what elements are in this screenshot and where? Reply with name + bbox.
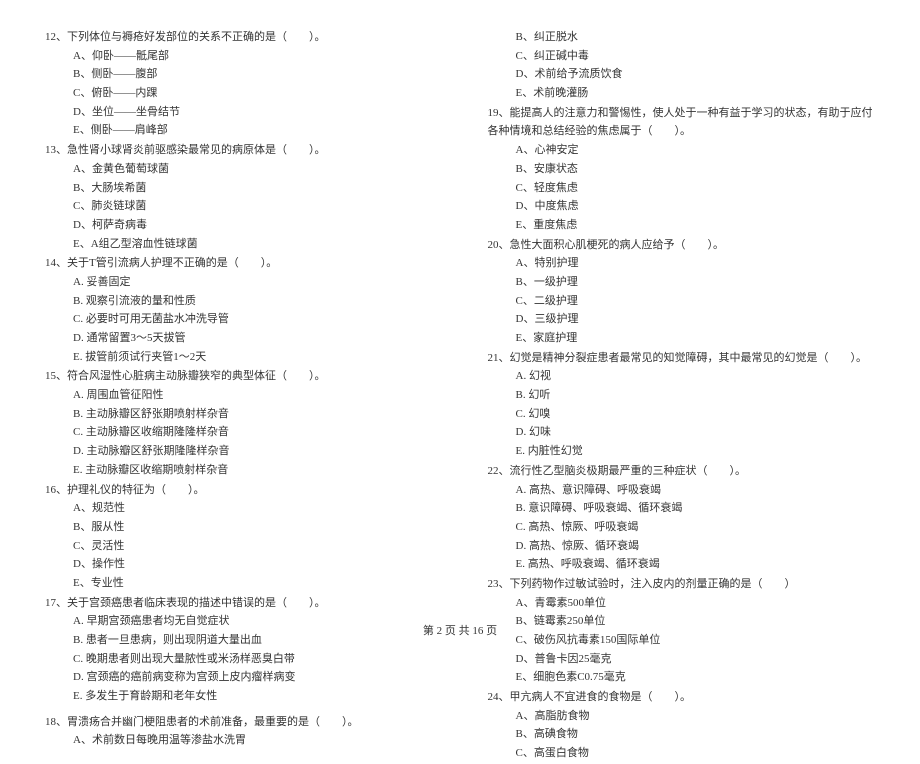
q17-opt-e: E. 多发生于育龄期和老年女性 [45,687,433,706]
q23-opt-e: E、细胞色素C0.75毫克 [488,668,876,687]
q13-opt-e: E、A组乙型溶血性链球菌 [45,235,433,254]
q13-opt-a: A、金黄色葡萄球菌 [45,160,433,179]
q18-text: 18、胃溃疡合并幽门梗阻患者的术前准备，最重要的是（ ）。 [45,713,433,732]
question-21: 21、幻觉是精神分裂症患者最常见的知觉障碍，其中最常见的幻觉是（ ）。 A. 幻… [488,349,876,461]
page-footer: 第 2 页 共 16 页 [0,622,920,638]
question-16: 16、护理礼仪的特征为（ ）。 A、规范性 B、服从性 C、灵活性 D、操作性 … [45,481,433,593]
q15-opt-a: A. 周围血管征阳性 [45,386,433,405]
q15-opt-c: C. 主动脉瓣区收缩期隆隆样杂音 [45,423,433,442]
q23-text: 23、下列药物作过敏试验时，注入皮内的剂量正确的是（ ） [488,575,876,594]
q20-opt-c: C、二级护理 [488,292,876,311]
q18-opt-c: C、纠正碱中毒 [488,47,876,66]
q20-opt-d: D、三级护理 [488,310,876,329]
q14-text: 14、关于T管引流病人护理不正确的是（ ）。 [45,254,433,273]
question-12: 12、下列体位与褥疮好发部位的关系不正确的是（ ）。 A、仰卧——骶尾部 B、侧… [45,28,433,140]
right-column: B、纠正脱水 C、纠正碱中毒 D、术前给予流质饮食 E、术前晚灌肠 19、能提高… [488,28,876,764]
q12-opt-b: B、侧卧——腹部 [45,65,433,84]
q19-opt-b: B、安康状态 [488,160,876,179]
q21-opt-b: B. 幻听 [488,386,876,405]
q20-opt-e: E、家庭护理 [488,329,876,348]
q22-opt-d: D. 高热、惊厥、循环衰竭 [488,537,876,556]
q22-opt-c: C. 高热、惊厥、呼吸衰竭 [488,518,876,537]
q19-opt-a: A、心神安定 [488,141,876,160]
q19-text: 19、能提高人的注意力和警惕性，使人处于一种有益于学习的状态，有助于应付各种情境… [488,104,876,141]
q13-text: 13、急性肾小球肾炎前驱感染最常见的病原体是（ ）。 [45,141,433,160]
q13-opt-d: D、柯萨奇病毒 [45,216,433,235]
question-20: 20、急性大面积心肌梗死的病人应给予（ ）。 A、特别护理 B、一级护理 C、二… [488,236,876,348]
q16-opt-a: A、规范性 [45,499,433,518]
q16-opt-e: E、专业性 [45,574,433,593]
q18-opt-d: D、术前给予流质饮食 [488,65,876,84]
q14-opt-a: A. 妥善固定 [45,273,433,292]
q24-opt-a: A、高脂肪食物 [488,707,876,726]
q19-opt-c: C、轻度焦虑 [488,179,876,198]
q14-opt-b: B. 观察引流液的量和性质 [45,292,433,311]
left-column: 12、下列体位与褥疮好发部位的关系不正确的是（ ）。 A、仰卧——骶尾部 B、侧… [45,28,433,764]
q17-opt-c: C. 晚期患者则出现大量脓性或米汤样恶臭白带 [45,650,433,669]
q16-opt-b: B、服从性 [45,518,433,537]
q16-text: 16、护理礼仪的特征为（ ）。 [45,481,433,500]
q14-opt-d: D. 通常留置3～5天拔管 [45,329,433,348]
q18-opt-b: B、纠正脱水 [488,28,876,47]
q12-opt-d: D、坐位——坐骨结节 [45,103,433,122]
q21-text: 21、幻觉是精神分裂症患者最常见的知觉障碍，其中最常见的幻觉是（ ）。 [488,349,876,368]
q12-opt-c: C、俯卧——内踝 [45,84,433,103]
q19-opt-e: E、重度焦虑 [488,216,876,235]
q16-opt-d: D、操作性 [45,555,433,574]
q14-opt-e: E. 拔管前须试行夹管1～2天 [45,348,433,367]
q13-opt-b: B、大肠埃希菌 [45,179,433,198]
q20-text: 20、急性大面积心肌梗死的病人应给予（ ）。 [488,236,876,255]
q14-opt-c: C. 必要时可用无菌盐水冲洗导管 [45,310,433,329]
question-24: 24、甲亢病人不宜进食的食物是（ ）。 A、高脂肪食物 B、高碘食物 C、高蛋白… [488,688,876,763]
question-18: 18、胃溃疡合并幽门梗阻患者的术前准备，最重要的是（ ）。 A、术前数日每晚用温… [45,713,433,750]
q18-opt-a: A、术前数日每晚用温等渗盐水洗胃 [45,731,433,750]
q21-opt-c: C. 幻嗅 [488,405,876,424]
q22-opt-e: E. 高热、呼吸衰竭、循环衰竭 [488,555,876,574]
q21-opt-e: E. 内脏性幻觉 [488,442,876,461]
q15-opt-d: D. 主动脉瓣区舒张期隆隆样杂音 [45,442,433,461]
q22-opt-a: A. 高热、意识障碍、呼吸衰竭 [488,481,876,500]
q22-text: 22、流行性乙型脑炎极期最严重的三种症状（ ）。 [488,462,876,481]
q21-opt-a: A. 幻视 [488,367,876,386]
q24-opt-c: C、高蛋白食物 [488,744,876,763]
question-22: 22、流行性乙型脑炎极期最严重的三种症状（ ）。 A. 高热、意识障碍、呼吸衰竭… [488,462,876,574]
question-19: 19、能提高人的注意力和警惕性，使人处于一种有益于学习的状态，有助于应付各种情境… [488,104,876,235]
q19-opt-d: D、中度焦虑 [488,197,876,216]
q20-opt-b: B、一级护理 [488,273,876,292]
q24-text: 24、甲亢病人不宜进食的食物是（ ）。 [488,688,876,707]
q17-opt-d: D. 宫颈癌的癌前病变称为宫颈上皮内瘤样病变 [45,668,433,687]
page-content: 12、下列体位与褥疮好发部位的关系不正确的是（ ）。 A、仰卧——骶尾部 B、侧… [0,0,920,764]
q17-text: 17、关于宫颈癌患者临床表现的描述中错误的是（ ）。 [45,594,433,613]
q15-opt-b: B. 主动脉瓣区舒张期喷射样杂音 [45,405,433,424]
q15-text: 15、符合风湿性心脏病主动脉瓣狭窄的典型体征（ ）。 [45,367,433,386]
q24-opt-b: B、高碘食物 [488,725,876,744]
question-15: 15、符合风湿性心脏病主动脉瓣狭窄的典型体征（ ）。 A. 周围血管征阳性 B.… [45,367,433,479]
q12-opt-e: E、侧卧——肩峰部 [45,121,433,140]
q12-opt-a: A、仰卧——骶尾部 [45,47,433,66]
q13-opt-c: C、肺炎链球菌 [45,197,433,216]
q21-opt-d: D. 幻味 [488,423,876,442]
q23-opt-a: A、青霉素500单位 [488,594,876,613]
question-13: 13、急性肾小球肾炎前驱感染最常见的病原体是（ ）。 A、金黄色葡萄球菌 B、大… [45,141,433,253]
q23-opt-d: D、普鲁卡因25毫克 [488,650,876,669]
q16-opt-c: C、灵活性 [45,537,433,556]
question-14: 14、关于T管引流病人护理不正确的是（ ）。 A. 妥善固定 B. 观察引流液的… [45,254,433,366]
q12-text: 12、下列体位与褥疮好发部位的关系不正确的是（ ）。 [45,28,433,47]
q18-opt-e: E、术前晚灌肠 [488,84,876,103]
q22-opt-b: B. 意识障碍、呼吸衰竭、循环衰竭 [488,499,876,518]
question-18-cont: B、纠正脱水 C、纠正碱中毒 D、术前给予流质饮食 E、术前晚灌肠 [488,28,876,103]
q15-opt-e: E. 主动脉瓣区收缩期喷射样杂音 [45,461,433,480]
q20-opt-a: A、特别护理 [488,254,876,273]
